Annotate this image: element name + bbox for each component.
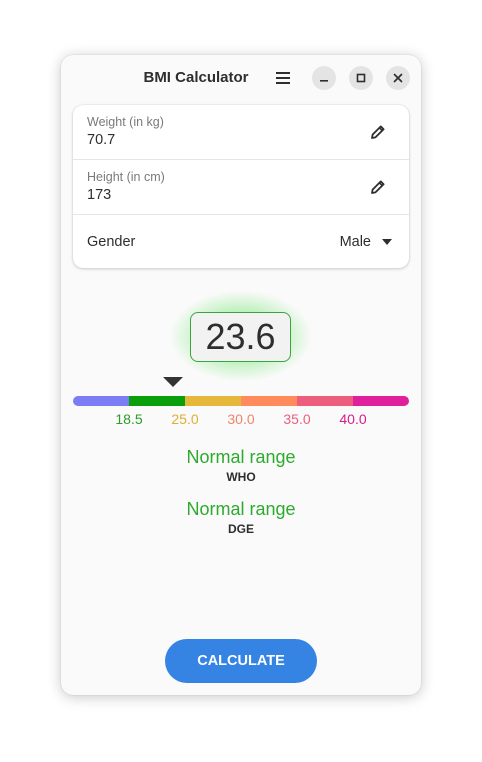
- bmi-scale-ticks: 18.5 25.0 30.0 35.0 40.0: [73, 411, 409, 429]
- weight-row: Weight (in kg): [73, 105, 409, 160]
- who-range-source: WHO: [226, 470, 256, 484]
- height-row: Height (in cm): [73, 160, 409, 215]
- scale-segment: [241, 396, 297, 406]
- scale-tick-label: 30.0: [227, 411, 255, 427]
- close-button[interactable]: [386, 66, 410, 90]
- gender-row: Gender Male: [73, 215, 409, 268]
- scale-tick-label: 18.5: [115, 411, 143, 427]
- pencil-icon[interactable]: [369, 178, 387, 196]
- bmi-scale-bar: [73, 396, 409, 406]
- header-bar: BMI Calculator: [61, 55, 421, 101]
- scale-segment: [129, 396, 185, 406]
- scale-segment: [353, 396, 409, 406]
- maximize-icon: [356, 73, 366, 83]
- window-title: BMI Calculator: [143, 69, 249, 86]
- scale-segment: [73, 396, 129, 406]
- who-range-text: Normal range: [186, 447, 296, 467]
- dge-range-source: DGE: [227, 522, 254, 536]
- bmi-result: 23.6: [190, 312, 291, 362]
- scale-tick-label: 40.0: [339, 411, 367, 427]
- caret-down-icon: [382, 239, 392, 245]
- weight-label: Weight (in kg): [87, 115, 164, 129]
- gender-label: Gender: [87, 234, 136, 250]
- main-menu-button[interactable]: [271, 66, 295, 90]
- weight-field[interactable]: [87, 132, 347, 148]
- gender-dropdown[interactable]: Male: [340, 229, 393, 255]
- height-label: Height (in cm): [87, 170, 165, 184]
- bmi-pointer-marker: [162, 377, 183, 387]
- minimize-button[interactable]: [312, 66, 336, 90]
- dge-range-text: Normal range: [186, 499, 296, 519]
- scale-segment: [185, 396, 241, 406]
- gender-value: Male: [339, 234, 371, 250]
- close-icon: [393, 73, 403, 83]
- dge-range: Normal range DGE: [61, 499, 421, 536]
- scale-segment: [297, 396, 353, 406]
- hamburger-menu-icon: [276, 72, 290, 84]
- scale-tick-label: 25.0: [171, 411, 199, 427]
- calculate-button[interactable]: CALCULATE: [165, 639, 317, 683]
- height-field[interactable]: [87, 187, 347, 203]
- input-card: Weight (in kg) Height (in cm) Gender Mal…: [73, 105, 409, 268]
- maximize-button[interactable]: [349, 66, 373, 90]
- pencil-icon[interactable]: [369, 123, 387, 141]
- app-window: BMI Calculator Weight (in kg) 70.7 Heigh…: [61, 55, 421, 695]
- minimize-icon: [320, 80, 328, 82]
- who-range: Normal range WHO: [61, 447, 421, 484]
- scale-tick-label: 35.0: [283, 411, 311, 427]
